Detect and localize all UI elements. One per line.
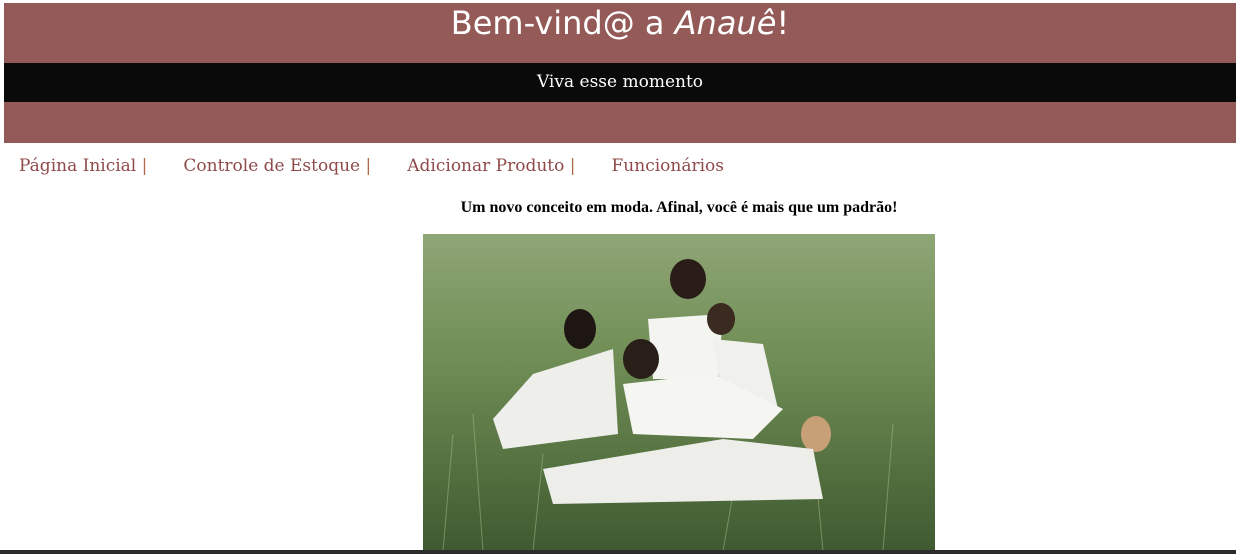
title-prefix: Bem-vind@ a bbox=[450, 4, 675, 42]
page-title: Bem-vind@ a Anauê! bbox=[4, 3, 1236, 43]
main-nav: Página Inicial | Controle de Estoque | Adi… bbox=[19, 156, 760, 176]
subtitle-band: Viva esse momento bbox=[4, 63, 1236, 102]
tagline: Um novo conceito em moda. Afinal, você é… bbox=[460, 199, 898, 216]
nav-stock-control[interactable]: Controle de Estoque | bbox=[183, 156, 371, 176]
header-banner: Bem-vind@ a Anauê! Viva esse momento bbox=[4, 3, 1236, 143]
hero-photo bbox=[423, 234, 935, 551]
title-suffix: ! bbox=[776, 4, 790, 42]
bottom-scrollbar[interactable] bbox=[0, 550, 1236, 554]
nav-add-product[interactable]: Adicionar Produto | bbox=[407, 156, 575, 176]
nav-home[interactable]: Página Inicial | bbox=[19, 156, 147, 176]
brand-name: Anauê bbox=[674, 4, 777, 42]
nav-employees[interactable]: Funcionários bbox=[612, 156, 725, 176]
